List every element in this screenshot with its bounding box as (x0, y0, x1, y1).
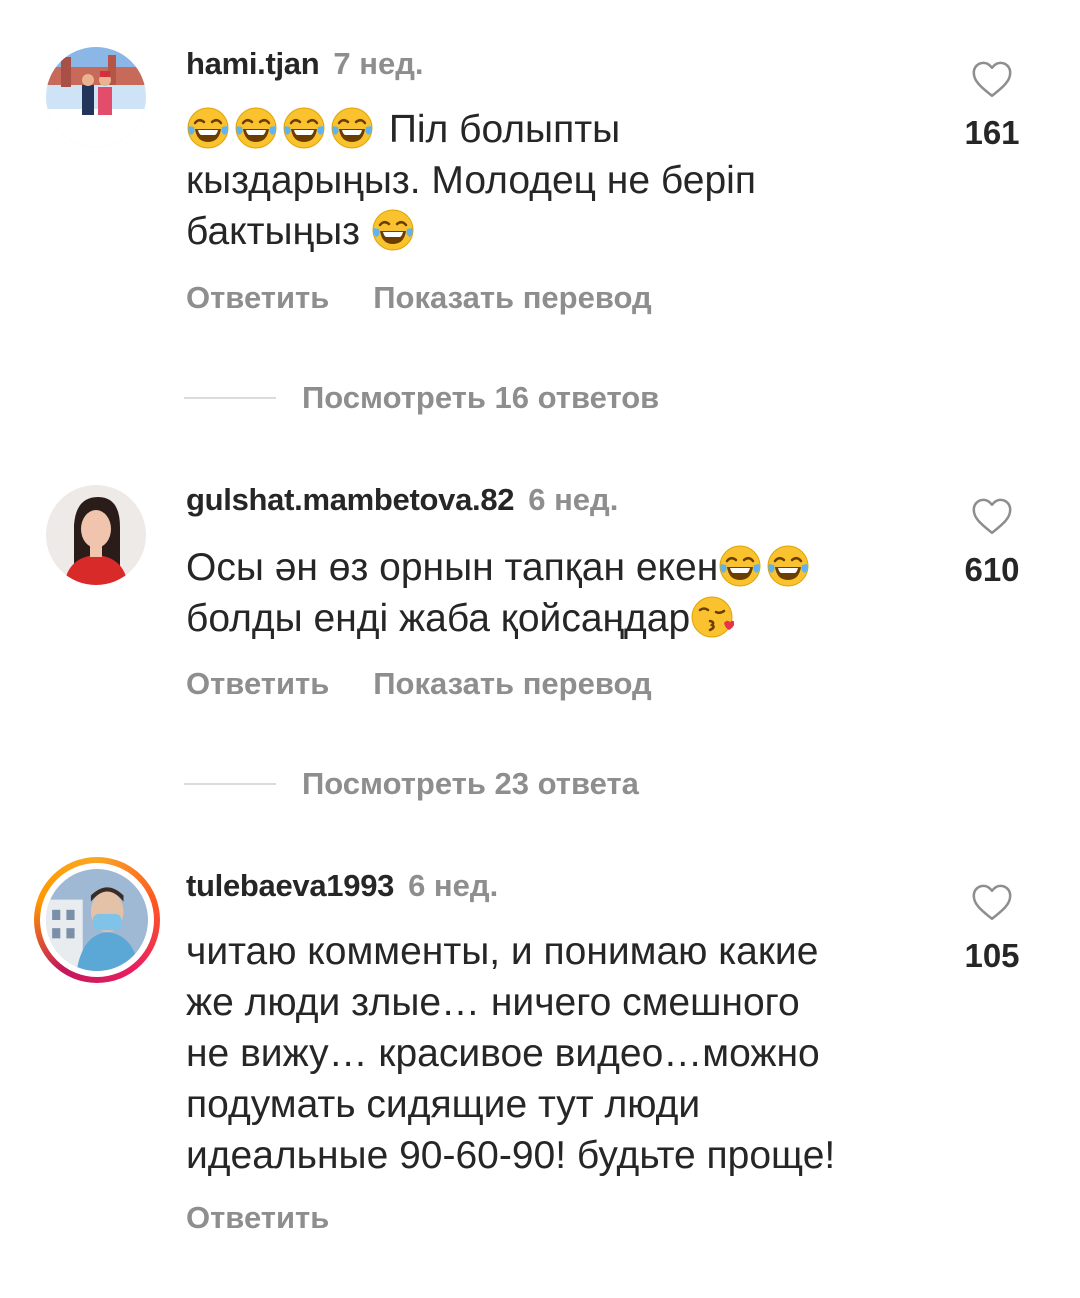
avatar-photo (46, 47, 146, 147)
comment-text: Піл болыпты кыздарыңыз. Молодец не беріп… (186, 104, 916, 257)
avatar[interactable] (46, 47, 146, 147)
face-with-tears-of-joy-icon (234, 106, 278, 150)
comment-text-line: не вижу… красивое видео…можно (186, 1032, 820, 1075)
username[interactable]: hami.tjan (186, 46, 320, 81)
reply-button[interactable]: Ответить (186, 666, 329, 701)
avatar-photo (46, 869, 148, 971)
reply-button[interactable]: Ответить (186, 1200, 329, 1235)
comment-actions: Ответить Показать перевод (186, 666, 652, 702)
comment-text: Осы ән өз орнын тапқан екен болды енді ж… (186, 542, 916, 644)
comment-meta: gulshat.mambetova.82 6 нед. (186, 482, 618, 518)
reply-button[interactable]: Ответить (186, 280, 329, 315)
like-area: 610 (960, 495, 1024, 589)
like-area: 161 (960, 58, 1024, 152)
face-with-tears-of-joy-icon (719, 544, 762, 588)
timestamp: 6 нед. (408, 868, 499, 903)
face-blowing-kiss-icon (690, 595, 735, 639)
view-replies-button[interactable]: Посмотреть 16 ответов (302, 380, 659, 416)
like-count: 161 (964, 114, 1020, 151)
heart-outline-icon[interactable] (969, 58, 1015, 100)
like-count: 105 (964, 937, 1020, 974)
username[interactable]: gulshat.mambetova.82 (186, 482, 515, 517)
view-replies-button[interactable]: Посмотреть 23 ответа (302, 766, 639, 802)
replies-divider (184, 397, 276, 399)
comment-actions: Ответить Показать перевод (186, 280, 652, 316)
replies-divider (184, 783, 276, 785)
comment-actions: Ответить (186, 1200, 329, 1236)
comment-text-part: бактыңыз (186, 210, 360, 253)
face-with-tears-of-joy-icon (186, 106, 230, 150)
heart-outline-icon[interactable] (969, 495, 1015, 537)
comment-text-line: же люди злые… ничего смешного (186, 981, 800, 1024)
username[interactable]: tulebaeva1993 (186, 868, 394, 903)
timestamp: 6 нед. (528, 482, 619, 517)
view-replies-row[interactable]: Посмотреть 23 ответа (184, 766, 639, 802)
face-with-tears-of-joy-icon (371, 208, 415, 252)
avatar[interactable] (46, 485, 146, 585)
avatar-story-ring[interactable] (34, 857, 160, 983)
face-with-tears-of-joy-icon (767, 544, 810, 588)
comment-text: читаю комменты, и понимаю какие же люди … (186, 926, 916, 1181)
heart-outline-icon[interactable] (969, 881, 1015, 923)
show-translation-button[interactable]: Показать перевод (373, 666, 651, 701)
comment-text-line: подумать сидящие тут люди (186, 1083, 701, 1126)
face-with-tears-of-joy-icon (282, 106, 326, 150)
face-with-tears-of-joy-icon (330, 106, 374, 150)
avatar-photo (46, 485, 146, 585)
like-area: 105 (960, 881, 1024, 975)
comment-text-line: читаю комменты, и понимаю какие (186, 930, 819, 973)
comment-meta: tulebaeva1993 6 нед. (186, 868, 498, 904)
view-replies-row[interactable]: Посмотреть 16 ответов (184, 380, 659, 416)
timestamp: 7 нед. (333, 46, 424, 81)
comment-meta: hami.tjan 7 нед. (186, 46, 424, 82)
comment-text-part: Осы ән өз орнын тапқан екен (186, 546, 719, 589)
comment-text-part: болды енді жаба қойсаңдар (186, 597, 691, 640)
comment-text-line: идеальные 90-60-90! будьте проще! (186, 1134, 836, 1177)
comment-text-part: Піл болыпты (388, 108, 621, 151)
comment-text-part: кыздарыңыз. Молодец не беріп (186, 159, 756, 202)
like-count: 610 (964, 551, 1020, 588)
show-translation-button[interactable]: Показать перевод (373, 280, 651, 315)
